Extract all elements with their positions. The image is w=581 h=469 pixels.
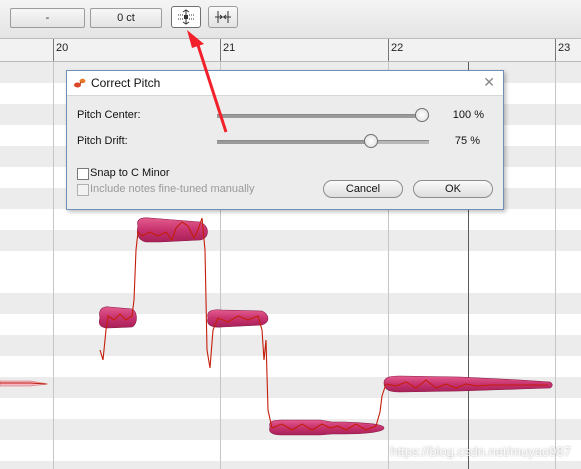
dialog-title: Correct Pitch [91, 76, 161, 90]
bar-tick [555, 39, 556, 61]
pitch-drift-label: Pitch Drift: [77, 135, 128, 147]
bar-number: 23 [558, 42, 571, 54]
pitch-center-slider[interactable] [217, 108, 429, 122]
correct-pitch-icon [178, 9, 194, 25]
pitch-correction-icon [74, 78, 86, 88]
bar-tick [53, 39, 54, 61]
pitch-drift-slider[interactable] [217, 134, 429, 148]
pitch-center-value: 100 % [452, 109, 484, 121]
snap-to-key-checkbox[interactable] [77, 168, 89, 180]
bar-tick [388, 39, 389, 61]
note-blob[interactable] [98, 306, 137, 329]
pitch-center-slider-thumb[interactable] [415, 108, 429, 122]
include-fine-tuned-checkbox[interactable] [77, 184, 89, 196]
cancel-button[interactable]: Cancel [323, 180, 403, 198]
bar-number: 20 [56, 42, 69, 54]
toolbar: - 0 ct [0, 0, 581, 39]
note-blob[interactable] [269, 419, 385, 436]
timeline-ruler[interactable]: 20 21 22 23 [0, 39, 581, 62]
correct-pitch-dialog: Correct Pitch ✕ Pitch Center: 100 % Pitc… [66, 70, 504, 210]
bar-number: 21 [223, 42, 236, 54]
pitch-center-label: Pitch Center: [77, 109, 141, 121]
ok-button[interactable]: OK [413, 180, 493, 198]
bar-number: 22 [391, 42, 404, 54]
quantize-time-button[interactable] [208, 6, 238, 28]
pitch-center-fill [217, 115, 422, 118]
cents-value-field[interactable]: 0 ct [90, 8, 162, 28]
correct-pitch-button[interactable] [171, 6, 201, 28]
quantize-time-icon [215, 11, 231, 23]
pitch-drift-value: 75 % [454, 135, 480, 147]
pitch-drift-slider-thumb[interactable] [364, 134, 378, 148]
close-icon[interactable]: ✕ [483, 74, 495, 91]
dialog-titlebar[interactable]: Correct Pitch ✕ [67, 71, 503, 96]
bar-tick [220, 39, 221, 61]
snap-to-key-label: Snap to C Minor [90, 167, 170, 179]
pitch-drift-fill [217, 141, 371, 144]
pitch-value-field[interactable]: - [10, 8, 85, 28]
include-fine-tuned-label: Include notes fine-tuned manually [90, 183, 255, 195]
pitch-curve [99, 217, 548, 431]
watermark: https://blog.csdn.net/muyao987 [390, 444, 571, 459]
